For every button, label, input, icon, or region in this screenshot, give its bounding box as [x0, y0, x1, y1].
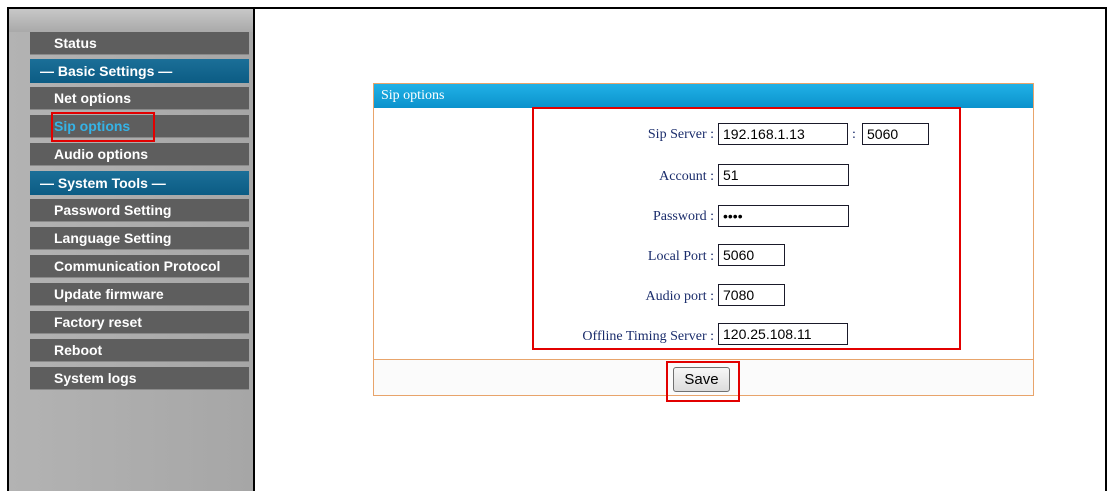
sidebar-item-factory-reset[interactable]: Factory reset	[30, 311, 249, 334]
password-input[interactable]	[718, 205, 849, 227]
sip-port-input[interactable]	[862, 123, 929, 145]
sidebar-item-status[interactable]: Status	[30, 32, 249, 55]
panel-title: Sip options	[374, 84, 1033, 108]
sidebar-item-net-options[interactable]: Net options	[30, 87, 249, 110]
sip-port-separator: :	[852, 127, 856, 142]
audio-port-input[interactable]	[718, 284, 785, 306]
sidebar-item-sip-options[interactable]: Sip options	[30, 115, 249, 138]
sidebar-item-communication-protocol[interactable]: Communication Protocol	[30, 255, 249, 278]
sip-server-label: Sip Server :	[647, 127, 714, 142]
audio-port-label: Audio port :	[645, 289, 714, 304]
section-header-basic-settings: — Basic Settings —	[30, 59, 249, 83]
sidebar-item-reboot[interactable]: Reboot	[30, 339, 249, 362]
section-header-system-tools: — System Tools —	[30, 171, 249, 195]
sip-options-panel: Sip options Sip Server : : Account : Pas…	[373, 83, 1034, 396]
sip-server-input[interactable]	[718, 123, 848, 145]
sidebar-top-band	[9, 9, 253, 32]
sidebar-item-audio-options[interactable]: Audio options	[30, 143, 249, 166]
local-port-label: Local Port :	[647, 249, 714, 264]
offline-timing-server-input[interactable]	[718, 323, 848, 345]
account-input[interactable]	[718, 164, 849, 186]
sidebar-item-system-logs[interactable]: System logs	[30, 367, 249, 390]
password-label: Password :	[652, 209, 714, 224]
offline-timing-server-label: Offline Timing Server :	[582, 329, 714, 344]
sidebar-item-password-setting[interactable]: Password Setting	[30, 199, 249, 222]
sidebar-item-update-firmware[interactable]: Update firmware	[30, 283, 249, 306]
local-port-input[interactable]	[718, 244, 785, 266]
save-button[interactable]: Save	[673, 367, 730, 392]
account-label: Account :	[659, 169, 714, 184]
sidebar-item-language-setting[interactable]: Language Setting	[30, 227, 249, 250]
